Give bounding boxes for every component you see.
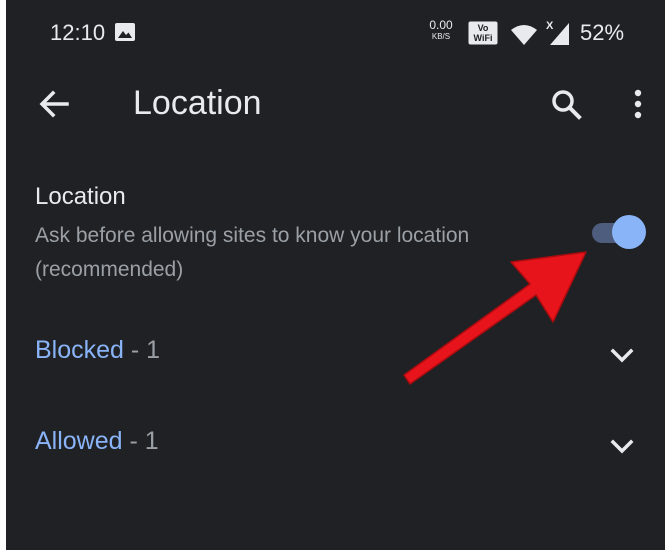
blocked-count: - 1 xyxy=(123,336,161,364)
more-options-button[interactable] xyxy=(624,84,652,124)
gallery-icon xyxy=(115,23,135,41)
search-icon xyxy=(552,90,582,120)
back-button[interactable] xyxy=(34,84,74,124)
signal-icon: X xyxy=(546,20,569,45)
wifi-icon xyxy=(511,25,537,45)
location-setting-description: Ask before allowing sites to know your l… xyxy=(35,224,470,281)
status-bar: 12:10 0.00 KB/S Vo WiFi X 52% xyxy=(6,0,665,66)
toggle-thumb xyxy=(612,215,646,249)
vowifi-top-text: Vo xyxy=(478,23,489,33)
network-speed: 0.00 KB/S xyxy=(424,18,458,42)
search-button[interactable] xyxy=(546,84,586,124)
location-setting-row[interactable]: Location Ask before allowing sites to kn… xyxy=(6,170,665,290)
chevron-down-icon[interactable] xyxy=(606,340,638,372)
location-setting-title: Location xyxy=(35,183,126,210)
more-vert-icon xyxy=(634,89,642,119)
network-speed-unit: KB/S xyxy=(431,32,451,41)
location-toggle[interactable] xyxy=(588,214,648,250)
allowed-count: - 1 xyxy=(122,427,159,455)
status-time: 12:10 xyxy=(50,20,106,45)
page-title: Location xyxy=(133,84,262,122)
chevron-down-icon[interactable] xyxy=(606,431,638,463)
vowifi-icon: Vo WiFi xyxy=(468,21,498,45)
allowed-label: Allowed xyxy=(35,427,123,455)
blocked-label: Blocked xyxy=(35,336,124,364)
toolbar: Location xyxy=(6,66,665,142)
network-speed-value: 0.00 xyxy=(429,18,453,32)
arrow-back-icon xyxy=(39,90,69,118)
battery-level: 52% xyxy=(580,20,625,45)
signal-mark-text: X xyxy=(546,20,554,32)
vowifi-bottom-text: WiFi xyxy=(474,33,493,43)
allowed-section-label: Allowed - 1 xyxy=(35,427,159,456)
blocked-section-label: Blocked - 1 xyxy=(35,336,160,365)
allowed-section[interactable]: Allowed - 1 xyxy=(6,409,665,479)
blocked-section[interactable]: Blocked - 1 xyxy=(6,318,665,388)
phone-screen: 12:10 0.00 KB/S Vo WiFi X 52% Location L… xyxy=(6,0,665,550)
